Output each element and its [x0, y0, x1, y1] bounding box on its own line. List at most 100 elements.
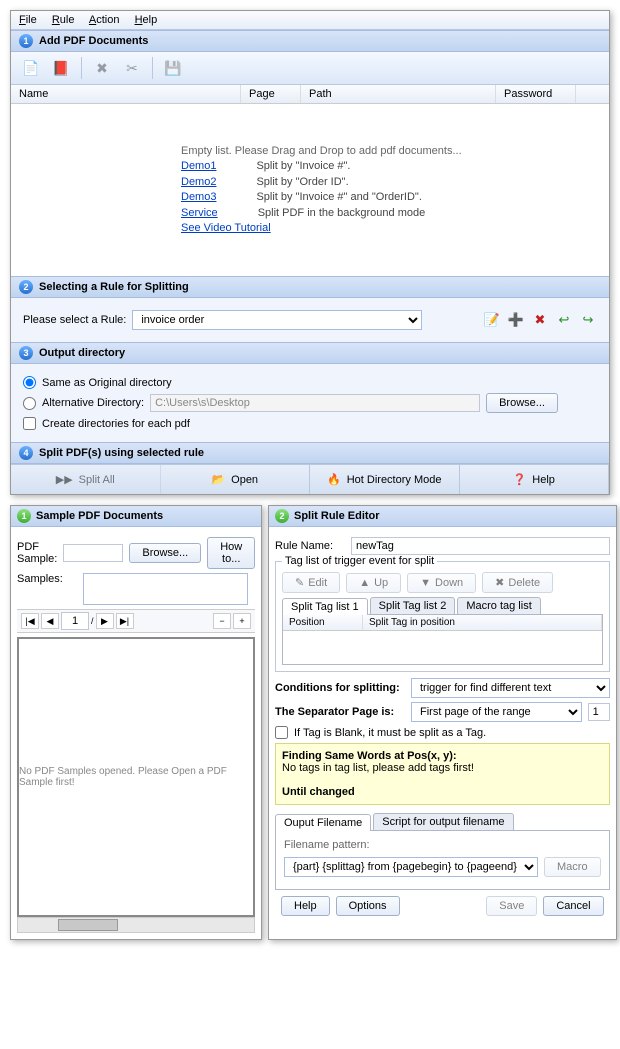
edit-rule-icon[interactable]: 📝 — [483, 311, 501, 329]
rule-select[interactable]: invoice order — [132, 310, 422, 330]
separator — [81, 57, 82, 79]
col-splittag[interactable]: Split Tag in position — [363, 615, 602, 630]
howto-button[interactable]: How to... — [207, 537, 255, 569]
create-dirs-label: Create directories for each pdf — [42, 418, 190, 430]
demo1-link[interactable]: Demo1 — [181, 160, 216, 172]
page-input[interactable] — [61, 612, 89, 630]
output-tabs: Ouput Filename Script for output filenam… — [275, 813, 610, 831]
service-link[interactable]: Service — [181, 207, 218, 219]
pdf-sample-label: PDF Sample: — [17, 541, 57, 565]
conditions-label: Conditions for splitting: — [275, 682, 405, 694]
rule-name-input[interactable] — [351, 537, 610, 555]
pattern-label: Filename pattern: — [284, 839, 601, 851]
menu-action[interactable]: Action — [89, 14, 120, 26]
section-output-dir: 3 Output directory — [11, 342, 609, 364]
zoom-out-icon[interactable]: − — [213, 613, 231, 629]
help-button[interactable]: ❓Help — [460, 465, 610, 494]
col-page[interactable]: Page — [241, 85, 301, 103]
section-split: 4 Split PDF(s) using selected rule — [11, 442, 609, 464]
demo2-link[interactable]: Demo2 — [181, 176, 216, 188]
add-file-icon[interactable]: 📄 — [19, 56, 43, 80]
action-bar: ▶▶Split All 📂Open 🔥Hot Directory Mode ❓H… — [11, 464, 609, 494]
page-sep: / — [91, 616, 94, 626]
prev-page-icon[interactable]: ◀ — [41, 613, 59, 629]
demo1-desc: Split by "Invoice #". — [256, 159, 350, 174]
cancel-button[interactable]: Cancel — [543, 896, 603, 916]
delete-rule-icon[interactable]: ✖ — [531, 311, 549, 329]
samples-textarea[interactable] — [83, 573, 248, 605]
preview-empty-msg: No PDF Samples opened. Please Open a PDF… — [19, 766, 253, 788]
editor-panel: 2Split Rule Editor Rule Name: Tag list o… — [268, 505, 617, 940]
menu-rule[interactable]: Rule — [52, 14, 75, 26]
step-2-badge: 2 — [19, 280, 33, 294]
delete-tag-button: ✖ Delete — [482, 572, 553, 593]
section-add-pdf: 1 Add PDF Documents — [11, 30, 609, 52]
page-navbar: |◀ ◀ / ▶ ▶| − + — [17, 609, 255, 633]
horizontal-scrollbar[interactable] — [17, 917, 255, 933]
col-name[interactable]: Name — [11, 85, 241, 103]
menu-help[interactable]: Help — [135, 14, 158, 26]
browse-button[interactable]: Browse... — [486, 393, 558, 413]
help-icon: ❓ — [513, 473, 527, 486]
section-title: Split PDF(s) using selected rule — [39, 447, 204, 459]
step-4-badge: 4 — [19, 446, 33, 460]
section-select-rule: 2 Selecting a Rule for Splitting — [11, 276, 609, 298]
col-position[interactable]: Position — [283, 615, 363, 630]
tab-taglist1[interactable]: Split Tag list 1 — [282, 598, 368, 615]
empty-list-area: Empty list. Please Drag and Drop to add … — [11, 104, 609, 276]
options-button[interactable]: Options — [336, 896, 400, 916]
hint-heading: Finding Same Words at Pos(x, y): — [282, 750, 603, 762]
save-icon: 💾 — [161, 56, 185, 80]
alt-dir-input[interactable] — [150, 394, 480, 412]
edit-tag-button: ✎ Edit — [282, 572, 340, 593]
taglist-fieldset: Tag list of trigger event for split ✎ Ed… — [275, 561, 610, 672]
tab-macro[interactable]: Macro tag list — [457, 597, 540, 614]
panel-title: Split Rule Editor — [294, 510, 380, 522]
next-page-icon[interactable]: ▶ — [96, 613, 114, 629]
section-title: Selecting a Rule for Splitting — [39, 281, 189, 293]
help-button[interactable]: Help — [281, 896, 330, 916]
hint-until: Until changed — [282, 786, 603, 798]
tab-output-filename[interactable]: Ouput Filename — [275, 814, 371, 831]
service-desc: Split PDF in the background mode — [258, 206, 426, 221]
conditions-select[interactable]: trigger for find different text — [411, 678, 610, 698]
separator-select[interactable]: First page of the range — [411, 702, 582, 722]
zoom-in-icon[interactable]: + — [233, 613, 251, 629]
pdf-preview: No PDF Samples opened. Please Open a PDF… — [17, 637, 255, 917]
hot-directory-button[interactable]: 🔥Hot Directory Mode — [310, 465, 460, 494]
demo3-link[interactable]: Demo3 — [181, 191, 216, 203]
step-badge: 1 — [17, 509, 31, 523]
separator — [152, 57, 153, 79]
pattern-select[interactable]: {part} {splittag} from {pagebegin} to {p… — [284, 857, 538, 877]
create-dirs-checkbox[interactable] — [23, 417, 36, 430]
add-pdf-icon[interactable]: 📕 — [49, 56, 73, 80]
add-rule-icon[interactable]: ➕ — [507, 311, 525, 329]
last-page-icon[interactable]: ▶| — [116, 613, 134, 629]
import-rule-icon[interactable]: ↩ — [555, 311, 573, 329]
open-button[interactable]: 📂Open — [161, 465, 311, 494]
separator-label: The Separator Page is: — [275, 706, 405, 718]
split-all-button: ▶▶Split All — [11, 465, 161, 494]
separator-num-input[interactable] — [588, 703, 610, 721]
col-path[interactable]: Path — [301, 85, 496, 103]
first-page-icon[interactable]: |◀ — [21, 613, 39, 629]
tab-taglist2[interactable]: Split Tag list 2 — [370, 597, 456, 614]
dialog-buttons: Help Options Save Cancel — [275, 890, 610, 922]
tab-output-script[interactable]: Script for output filename — [373, 813, 513, 830]
tutorial-link[interactable]: See Video Tutorial — [181, 222, 271, 234]
blank-tag-checkbox[interactable] — [275, 726, 288, 739]
same-dir-radio[interactable] — [23, 376, 36, 389]
remove-icon: ✖ — [90, 56, 114, 80]
step-3-badge: 3 — [19, 346, 33, 360]
browse-sample-button[interactable]: Browse... — [129, 543, 201, 563]
pdf-sample-input[interactable] — [63, 544, 123, 562]
blank-tag-label: If Tag is Blank, it must be split as a T… — [294, 727, 486, 739]
macro-button: Macro — [544, 857, 601, 877]
col-password[interactable]: Password — [496, 85, 576, 103]
menubar: File Rule Action Help — [11, 11, 609, 30]
alt-dir-radio[interactable] — [23, 397, 36, 410]
menu-file[interactable]: File — [19, 14, 37, 26]
section-title: Output directory — [39, 347, 125, 359]
down-tag-button: ▼ Down — [407, 573, 476, 593]
export-rule-icon[interactable]: ↪ — [579, 311, 597, 329]
